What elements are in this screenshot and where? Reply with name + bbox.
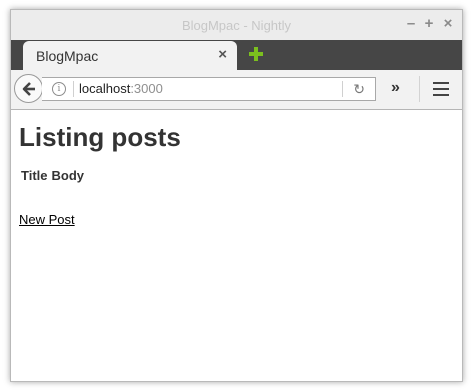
column-header-title: Title	[21, 168, 48, 183]
url-port: :3000	[130, 81, 163, 96]
toolbar-separator	[419, 76, 420, 102]
browser-window: BlogMpac - Nightly – + × BlogMpac × i lo…	[10, 9, 463, 382]
plus-icon[interactable]	[248, 46, 264, 62]
chevron-double-right-icon[interactable]: »	[391, 79, 400, 97]
back-button[interactable]	[14, 74, 43, 103]
url-host: localhost	[79, 81, 131, 96]
arrow-left-icon	[22, 82, 35, 96]
table-header-row: Title Body	[19, 167, 86, 184]
reload-separator	[342, 81, 343, 97]
tab-label: BlogMpac	[36, 48, 99, 64]
tab-strip: BlogMpac ×	[11, 40, 462, 71]
maximize-button[interactable]: +	[422, 16, 436, 31]
posts-table: Title Body	[19, 167, 86, 184]
close-icon[interactable]: ×	[218, 46, 227, 63]
address-bar[interactable]: i localhost:3000 ↻	[42, 77, 376, 101]
page-title: Listing posts	[19, 122, 181, 152]
new-post-link[interactable]: New Post	[19, 212, 75, 227]
hamburger-icon[interactable]	[433, 82, 449, 96]
window-title: BlogMpac - Nightly	[181, 18, 292, 33]
navigation-bar: i localhost:3000 ↻ »	[11, 70, 462, 110]
url-text[interactable]: localhost:3000	[79, 81, 163, 96]
window-close-button[interactable]: ×	[441, 16, 455, 31]
minimize-button[interactable]: –	[404, 16, 418, 31]
column-header-body: Body	[51, 168, 85, 183]
titlebar: BlogMpac - Nightly – + ×	[11, 10, 462, 40]
page-content: Listing posts Title Body New Post	[11, 110, 462, 229]
tab-blogmpac[interactable]: BlogMpac ×	[23, 41, 237, 71]
info-icon[interactable]: i	[52, 82, 66, 96]
url-separator	[73, 81, 74, 97]
reload-icon[interactable]: ↻	[353, 81, 365, 98]
